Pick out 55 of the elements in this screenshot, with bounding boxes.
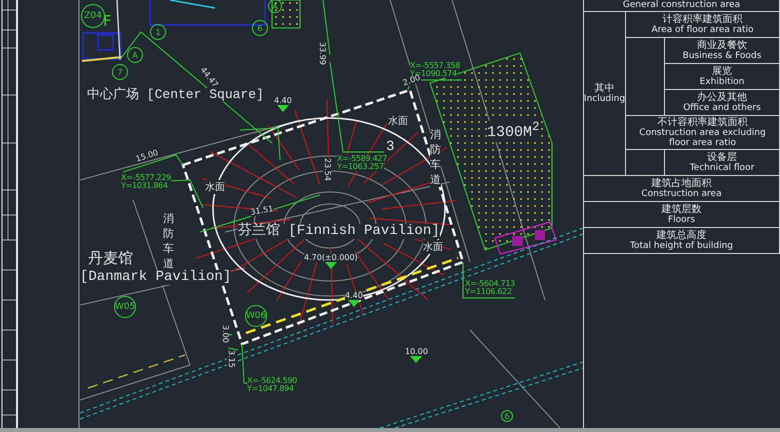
elevation-marker-icon	[276, 105, 289, 112]
elevation-label: 4.70(±0.000)	[304, 254, 358, 262]
table-cell: 设备层 Technical floor	[665, 150, 779, 175]
table-cell: 展览 Exhibition	[665, 64, 779, 89]
plot-outline-drawing	[494, 221, 557, 255]
area-label: [Danmark Pavilion]	[80, 270, 232, 286]
table-header: General construction area	[584, 0, 779, 11]
area-label: 中心广场 [Center Square]	[87, 88, 264, 102]
table-cell: 不计容积率建筑面积 Construction area excluding floor area ratio	[626, 116, 779, 149]
elevation-label: 4.40	[274, 97, 292, 105]
grid-letter: F	[103, 12, 112, 30]
area-label: 1300M$^{2}$	[487, 121, 540, 142]
coordinate-label: X=-5624.590	[247, 377, 297, 385]
coordinate-label: X=-5557.358	[410, 62, 460, 70]
table-cell: 建筑层数 Floors	[584, 202, 779, 227]
table-cell: 商业及餐饮 Business & Foods	[665, 38, 779, 63]
coordinate-label: Y=1031.864	[121, 182, 168, 190]
grid-bubble: W05	[114, 296, 136, 318]
dimension-label: 33.99	[318, 42, 326, 65]
water-label: 水面	[388, 114, 408, 128]
grid-bubble: A	[268, 0, 282, 13]
dimension-label: 2.00	[402, 74, 422, 88]
water-label: 水面	[423, 240, 443, 254]
coordinate-label: Y=1047.894	[247, 385, 294, 393]
elevation-label: 4.40	[345, 292, 363, 300]
coordinate-label: X=-5589.427	[337, 155, 387, 163]
grid-bubble: 1	[150, 24, 166, 40]
area-label: 芬兰馆 [Finnish Pavilion]	[238, 224, 440, 240]
dimension-label: 23.54	[323, 158, 331, 181]
table-cell: 计容积率建筑面积 Area of floor area ratio	[626, 12, 779, 37]
coordinate-label: Y=1106.622	[465, 288, 512, 296]
dimension-label: 3.00	[221, 325, 229, 343]
dimension-label: 31.51	[250, 205, 274, 217]
dimension-label: 3.15	[227, 350, 235, 368]
area-label: 3	[386, 140, 394, 156]
dimension-label: 15.00	[135, 148, 160, 164]
table-cell: 其中 Including	[584, 12, 625, 175]
grid-bubble: A	[127, 47, 143, 63]
coordinate-label: X=-5577.229	[121, 174, 171, 182]
grid-bubble: 7	[112, 64, 128, 80]
table-cell: 建筑占地面积 Construction area	[584, 176, 779, 201]
planting-area-drawing	[272, 0, 300, 28]
fire-lane-label: 消防车道	[430, 128, 441, 188]
coordinate-label: Y=1063.257	[337, 163, 384, 171]
water-label: 水面	[205, 180, 225, 194]
grid-bubble: 6	[252, 20, 268, 36]
grid-bubble: 6	[501, 410, 513, 422]
coordinate-label: X=-5604.713	[465, 280, 515, 288]
elevation-label: 10.00	[405, 348, 428, 356]
grid-bubble: Z04	[81, 4, 105, 28]
grid-bubble: W06	[245, 305, 267, 327]
table-cell: 建筑总高度 Total height of building	[584, 228, 779, 253]
table-cell	[626, 150, 664, 175]
table-cell: 办公及其他 Office and others	[665, 90, 779, 115]
elevation-marker-icon	[348, 300, 360, 307]
